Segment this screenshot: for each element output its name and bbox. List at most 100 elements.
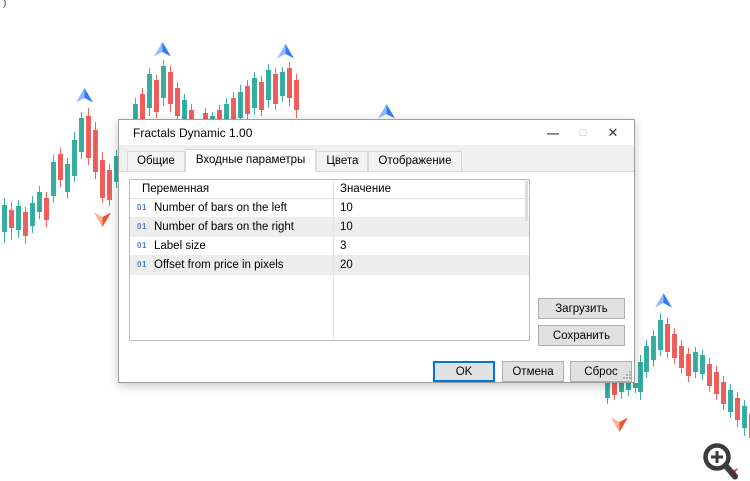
candle-body bbox=[742, 406, 747, 428]
candle-body bbox=[638, 362, 643, 392]
candle-body bbox=[728, 390, 733, 412]
fractal-down-arrow-icon bbox=[93, 212, 111, 227]
tab-colors[interactable]: Цвета bbox=[316, 151, 369, 171]
candle-body bbox=[707, 364, 712, 386]
candle-body bbox=[86, 116, 91, 158]
candle-body bbox=[644, 346, 649, 372]
fractal-down-arrow-icon bbox=[610, 417, 628, 432]
candle-body bbox=[2, 205, 7, 232]
candle-body bbox=[245, 86, 250, 114]
column-header-variable: Переменная bbox=[142, 183, 210, 195]
candle-body bbox=[23, 212, 28, 236]
candle-body bbox=[79, 118, 84, 152]
table-row[interactable]: 01 Number of bars on the left 10 bbox=[130, 199, 529, 218]
candle-body bbox=[154, 80, 159, 112]
candle-body bbox=[658, 320, 663, 350]
candle-body bbox=[266, 70, 271, 100]
screenshot-root: ) Fractals Dynamic 1.00 — □ ✕ Общие Вход… bbox=[0, 0, 750, 481]
candle-body bbox=[100, 160, 105, 198]
candle-body bbox=[612, 383, 617, 395]
fractal-up-arrow-icon bbox=[153, 41, 171, 57]
param-name: Offset from price in pixels bbox=[154, 259, 284, 271]
candle-body bbox=[721, 382, 726, 404]
candle-body bbox=[287, 68, 292, 98]
candle-body bbox=[93, 130, 98, 172]
candle-body bbox=[217, 110, 222, 119]
parameters-table: Переменная Значение 01 Number of bars on … bbox=[129, 179, 530, 341]
cancel-button[interactable]: Отмена bbox=[502, 361, 564, 382]
tab-visualization[interactable]: Отображение bbox=[368, 151, 462, 171]
candle-body bbox=[294, 80, 299, 110]
table-row[interactable]: 01 Offset from price in pixels 20 bbox=[130, 256, 529, 275]
candle-body bbox=[651, 336, 656, 360]
candle-body bbox=[9, 210, 14, 228]
table-row[interactable]: 01 Label size 3 bbox=[130, 237, 529, 256]
candle-body bbox=[58, 154, 63, 180]
tab-strip: Общие Входные параметры Цвета Отображени… bbox=[119, 145, 634, 172]
close-button[interactable]: ✕ bbox=[598, 125, 628, 141]
tab-general[interactable]: Общие bbox=[127, 151, 185, 171]
window-controls: — □ ✕ bbox=[538, 120, 628, 145]
table-header: Переменная Значение bbox=[130, 180, 529, 199]
param-value[interactable]: 10 bbox=[333, 218, 529, 236]
candle-body bbox=[693, 352, 698, 372]
column-separator bbox=[333, 180, 334, 340]
candle-body bbox=[147, 74, 152, 108]
candle-body bbox=[252, 78, 257, 108]
candle-body bbox=[605, 383, 610, 398]
scrollbar-thumb[interactable] bbox=[525, 181, 528, 221]
dialog-titlebar[interactable]: Fractals Dynamic 1.00 — □ ✕ bbox=[119, 120, 634, 145]
save-button[interactable]: Сохранить bbox=[538, 325, 625, 346]
param-value[interactable]: 3 bbox=[333, 237, 529, 255]
candle-body bbox=[72, 140, 77, 176]
resize-grip[interactable] bbox=[622, 370, 632, 380]
param-value[interactable]: 10 bbox=[333, 199, 529, 217]
table-row[interactable]: 01 Number of bars on the right 10 bbox=[130, 218, 529, 237]
load-button[interactable]: Загрузить bbox=[538, 298, 625, 319]
candle-body bbox=[37, 192, 42, 212]
candle-body bbox=[700, 355, 705, 374]
candle-body bbox=[168, 72, 173, 104]
candle-body bbox=[133, 104, 138, 119]
candle-body bbox=[238, 92, 243, 118]
fractal-up-arrow-icon bbox=[377, 103, 395, 119]
candle-body bbox=[51, 162, 56, 196]
candle-body bbox=[161, 66, 166, 98]
candle-body bbox=[280, 72, 285, 96]
minimize-button[interactable]: — bbox=[538, 126, 568, 140]
zoom-in-cursor-icon bbox=[700, 440, 744, 481]
candle-body bbox=[140, 94, 145, 119]
candle-body bbox=[107, 170, 112, 200]
candle-body bbox=[714, 372, 719, 394]
tab-inputs[interactable]: Входные параметры bbox=[184, 149, 317, 172]
indicator-properties-dialog: Fractals Dynamic 1.00 — □ ✕ Общие Входны… bbox=[118, 119, 635, 383]
candle-body bbox=[679, 346, 684, 368]
candle-body bbox=[672, 334, 677, 358]
fractal-up-arrow-icon bbox=[654, 292, 672, 308]
param-name: Number of bars on the left bbox=[154, 202, 287, 214]
candle-body bbox=[273, 74, 278, 104]
candle-body bbox=[30, 203, 35, 226]
dialog-title: Fractals Dynamic 1.00 bbox=[133, 126, 253, 140]
param-name: Label size bbox=[154, 240, 206, 252]
candle-body bbox=[224, 104, 229, 119]
candle-body bbox=[735, 398, 740, 420]
ok-button[interactable]: OK bbox=[433, 361, 495, 382]
fractal-up-arrow-icon bbox=[276, 43, 294, 59]
candle-body bbox=[182, 100, 187, 119]
candle-body bbox=[626, 383, 631, 390]
candle-body bbox=[259, 82, 264, 110]
candle-body bbox=[16, 206, 21, 230]
candle-body bbox=[665, 324, 670, 352]
maximize-button[interactable]: □ bbox=[568, 127, 598, 139]
candle-body bbox=[189, 110, 194, 119]
candle-body bbox=[175, 88, 180, 116]
param-value[interactable]: 20 bbox=[333, 256, 529, 274]
param-name: Number of bars on the right bbox=[154, 221, 294, 233]
candle-body bbox=[619, 383, 624, 392]
column-header-value: Значение bbox=[340, 183, 391, 195]
fractal-up-arrow-icon bbox=[75, 87, 93, 103]
candle-body bbox=[686, 354, 691, 376]
candle-body bbox=[65, 164, 70, 192]
candle-body bbox=[44, 198, 49, 220]
